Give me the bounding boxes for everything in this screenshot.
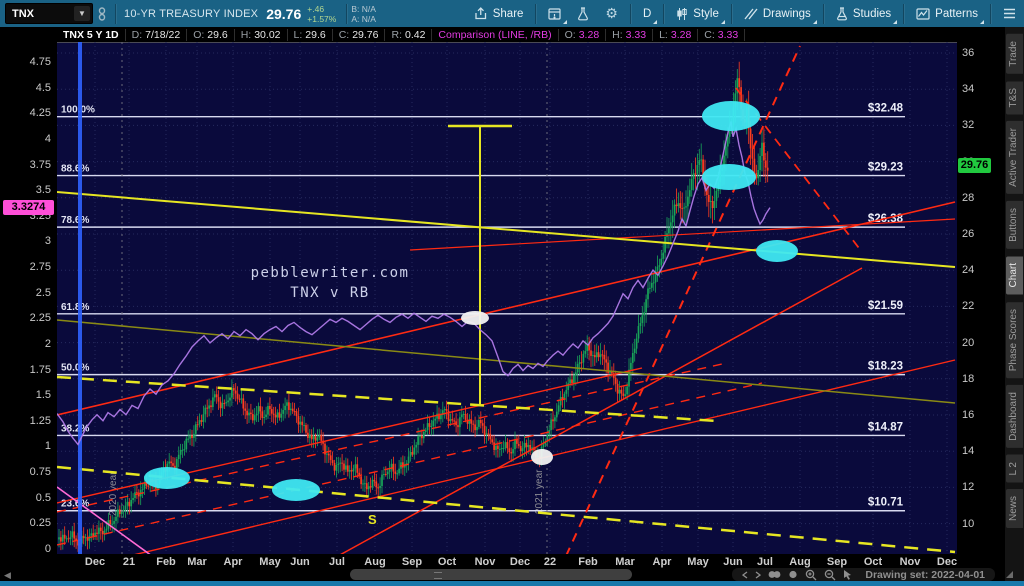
month-label: 21 xyxy=(122,556,136,568)
scrollbar-grip[interactable] xyxy=(434,572,442,579)
svg-text:$14.87: $14.87 xyxy=(868,421,903,433)
grid-layer xyxy=(57,42,957,554)
month-label: Apr xyxy=(223,556,243,568)
month-label: Feb xyxy=(156,556,176,568)
red-dashed-fan1 xyxy=(57,363,723,513)
right-sidebar: Trade T&S Active Trader Buttons Chart Phase S… xyxy=(1005,27,1024,581)
zoom-out-icon[interactable] xyxy=(824,569,836,581)
month-label: Nov xyxy=(474,556,496,568)
link-charts-icon[interactable] xyxy=(768,570,781,579)
chart-nav-controls: Drawing set: 2022-04-01 xyxy=(732,568,995,581)
white-ellipse-annotation xyxy=(531,449,553,465)
month-label: Mar xyxy=(187,556,207,568)
cyan-ellipse-annotation xyxy=(702,164,756,190)
month-label: Jun xyxy=(723,556,743,568)
sidebar-tab-dashboard[interactable]: Dashboard xyxy=(1006,384,1023,448)
month-label: Jun xyxy=(290,556,310,568)
month-label: Jul xyxy=(329,556,345,568)
month-label: Aug xyxy=(789,556,811,568)
yellow-dashed-mid xyxy=(57,375,718,423)
month-label: 22 xyxy=(543,556,557,568)
month-label: Aug xyxy=(364,556,386,568)
thinkorswim-chart-window: TNX ▼ 10-YR TREASURY INDEX 29.76 +.46 +1… xyxy=(0,0,1024,586)
month-label: May xyxy=(259,556,281,568)
trendlines-layer xyxy=(57,42,956,554)
svg-text:TNX v RB: TNX v RB xyxy=(290,285,369,301)
month-label: Feb xyxy=(578,556,598,568)
zoom-in-icon[interactable] xyxy=(805,569,817,581)
red-steep-support xyxy=(340,267,863,554)
svg-text:88.6%: 88.6% xyxy=(61,164,89,175)
svg-text:$18.23: $18.23 xyxy=(868,361,903,373)
month-label: Nov xyxy=(899,556,921,568)
month-label: Sep xyxy=(826,556,848,568)
sidebar-tab-trade[interactable]: Trade xyxy=(1006,34,1023,74)
month-label: Mar xyxy=(615,556,635,568)
time-axis[interactable]: Dec 21 Feb Mar Apr May Jun Jul Aug Sep Oct Nov Dec 22… xyxy=(0,554,1005,568)
sidebar-tab-active-trader[interactable]: Active Trader xyxy=(1006,121,1023,195)
month-label: Dec xyxy=(84,556,106,568)
olive-downtrend xyxy=(57,319,956,404)
month-label: May xyxy=(687,556,709,568)
comparison-line-layer xyxy=(57,121,771,446)
cursor-icon[interactable] xyxy=(843,569,852,580)
svg-text:$21.59: $21.59 xyxy=(868,300,903,312)
drawing-set-status: Drawing set: 2022-04-01 xyxy=(865,568,985,581)
month-label: Sep xyxy=(401,556,423,568)
month-label: Oct xyxy=(863,556,883,568)
sidebar-tab-t-s[interactable]: T&S xyxy=(1006,80,1023,115)
yellow-dashed-lower xyxy=(57,465,956,554)
cyan-ellipse-annotation xyxy=(144,467,190,489)
month-label: Dec xyxy=(509,556,531,568)
cyan-ellipse-annotation xyxy=(702,101,760,131)
month-label: Oct xyxy=(437,556,457,568)
bottom-accent-bar xyxy=(0,581,1024,586)
svg-text:$10.71: $10.71 xyxy=(868,497,904,509)
price-chart[interactable]: 2020 year 2021 year pebblewriter.com TNX v … xyxy=(0,0,1005,586)
month-label: Apr xyxy=(652,556,672,568)
month-label: Dec xyxy=(936,556,958,568)
svg-text:2021 year: 2021 year xyxy=(534,469,545,514)
svg-text:78.6%: 78.6% xyxy=(61,215,89,226)
yellow-major-downtrend xyxy=(57,191,956,268)
watermark: pebblewriter.com TNX v RB xyxy=(251,265,410,301)
chart-bottom-bar: Drawing set: 2022-04-01 xyxy=(0,568,1005,581)
white-ellipse-annotation xyxy=(461,311,489,325)
center-chart-icon[interactable] xyxy=(788,570,798,579)
svg-text:2020 year: 2020 year xyxy=(108,471,119,516)
sidebar-tab-news[interactable]: News xyxy=(1006,489,1023,529)
svg-text:50.0%: 50.0% xyxy=(61,363,89,374)
comparison-price-label: 3.3274 xyxy=(3,199,54,215)
expand-left-icon[interactable]: ◀ xyxy=(4,570,11,581)
sidebar-tab-phase-scores[interactable]: Phase Scores xyxy=(1006,301,1023,378)
sidebar-tab-buttons[interactable]: Buttons xyxy=(1006,201,1023,250)
magenta-downtrend xyxy=(57,486,151,554)
time-axis-scrollbar[interactable] xyxy=(350,569,632,580)
svg-text:61.8%: 61.8% xyxy=(61,302,89,313)
red-dashed-fan2 xyxy=(57,382,763,546)
sidebar-tab-chart[interactable]: Chart xyxy=(1006,256,1023,295)
sidebar-resize-handle[interactable] xyxy=(1006,571,1013,578)
svg-text:$32.48: $32.48 xyxy=(868,103,904,115)
sidebar-tab-l-2[interactable]: L 2 xyxy=(1006,454,1023,483)
cyan-ellipse-annotation xyxy=(272,479,320,501)
cyan-ellipse-annotation xyxy=(756,240,798,262)
last-price-label: 29.76 xyxy=(958,157,991,173)
s-annotation: S xyxy=(368,512,377,527)
month-label: Jul xyxy=(757,556,773,568)
pan-right-icon[interactable] xyxy=(755,570,762,579)
svg-text:pebblewriter.com: pebblewriter.com xyxy=(251,265,410,281)
pan-left-icon[interactable] xyxy=(742,570,748,579)
svg-text:$29.23: $29.23 xyxy=(868,162,903,174)
